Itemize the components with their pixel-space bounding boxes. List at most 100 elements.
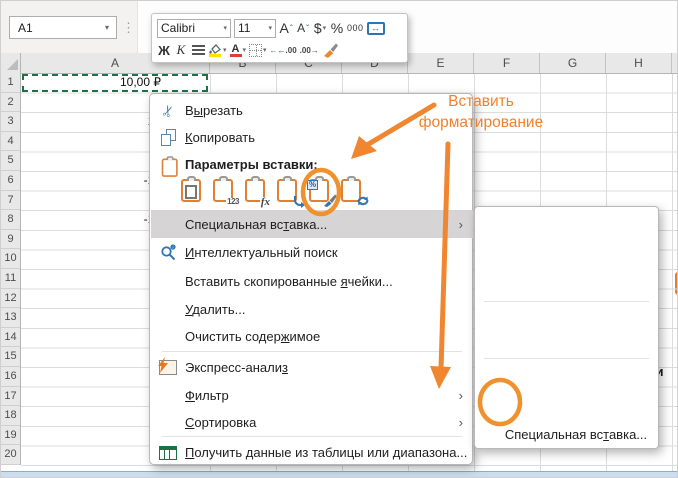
increase-decimal-label: ←.00 bbox=[278, 46, 297, 55]
menu-label-paste-options: Параметры вставки: bbox=[151, 151, 473, 178]
annotation-line1: Вставить bbox=[416, 93, 546, 111]
row-header[interactable]: 15 bbox=[1, 347, 20, 367]
row-header[interactable]: 4 bbox=[1, 132, 20, 152]
italic-button[interactable]: K bbox=[174, 40, 188, 60]
submenu-separator bbox=[484, 358, 649, 359]
caret-down-icon: ▾ bbox=[223, 24, 227, 32]
cell-a8-value[interactable]: -10 bbox=[61, 212, 161, 226]
lines-icon bbox=[192, 45, 205, 55]
menu-item-insert-copied-cells[interactable]: Вставить скопированные ячейки... bbox=[151, 268, 473, 295]
paste-formulas-icon[interactable]: fx bbox=[244, 176, 270, 204]
clipboard-icon bbox=[151, 154, 185, 175]
merge-center-icon: ↔ bbox=[367, 22, 385, 35]
menu-item-quick-analysis[interactable]: Экспресс-анализ bbox=[151, 354, 473, 381]
mini-toolbar: Calibri ▾ 11 ▾ Aˆ Aˇ $▾ % 000 ↔ Ж bbox=[151, 13, 408, 63]
row-header[interactable]: 2 bbox=[1, 93, 20, 113]
context-menu: ✂ Вырезать Копировать Параметры вставки:… bbox=[149, 93, 473, 465]
font-color-icon: A bbox=[230, 44, 242, 57]
row-header[interactable]: 11 bbox=[1, 269, 20, 289]
menu-item-filter[interactable]: Фильтр › bbox=[151, 382, 473, 409]
caret-down-icon: ▾ bbox=[223, 46, 227, 54]
caret-down-icon: ▾ bbox=[243, 46, 247, 54]
fill-color-icon bbox=[208, 43, 222, 57]
format-painter-button[interactable] bbox=[322, 40, 339, 60]
cell-a1-value[interactable]: 10,00 ₽ bbox=[61, 75, 161, 89]
column-header-e[interactable]: E bbox=[408, 53, 474, 73]
column-header-g[interactable]: G bbox=[540, 53, 606, 73]
menu-item-paste-special[interactable]: Специальная вставка... › bbox=[151, 210, 473, 238]
borders-button[interactable]: ▾ bbox=[249, 40, 267, 60]
paste-special-submenu bbox=[474, 206, 659, 449]
caret-down-icon: ▾ bbox=[263, 46, 267, 54]
paste-icon[interactable] bbox=[180, 176, 206, 204]
menu-item-sort[interactable]: Сортировка › bbox=[151, 409, 473, 436]
row-header[interactable]: 18 bbox=[1, 406, 20, 426]
column-header-h[interactable]: H bbox=[606, 53, 672, 73]
row-header[interactable]: 9 bbox=[1, 230, 20, 250]
menu-item-smart-lookup[interactable]: i Интеллектуальный поиск bbox=[151, 239, 473, 266]
menu-separator bbox=[162, 351, 462, 352]
menu-item-label: Вырезать bbox=[185, 103, 243, 118]
drag-handle-dots-icon[interactable]: ⋮ bbox=[122, 15, 134, 41]
font-size-select[interactable]: 11 ▾ bbox=[234, 19, 276, 38]
font-color-button[interactable]: A ▾ bbox=[230, 40, 247, 60]
paste-formatting-icon[interactable]: % bbox=[308, 176, 334, 204]
font-name-value: Calibri bbox=[161, 21, 195, 35]
format-painter-icon bbox=[322, 42, 339, 58]
comma-format-button[interactable]: 000 bbox=[347, 18, 364, 38]
watermark: Mister-Office bbox=[1, 437, 321, 478]
cell-a6-value[interactable]: -10 bbox=[61, 173, 161, 187]
row-header[interactable]: 6 bbox=[1, 171, 20, 191]
row-header[interactable]: 12 bbox=[1, 289, 20, 309]
paste-transpose-icon[interactable] bbox=[276, 176, 302, 204]
font-size-value: 11 bbox=[238, 21, 250, 35]
currency-format-button[interactable]: $▾ bbox=[313, 18, 327, 38]
caret-down-icon: ˇ bbox=[306, 24, 309, 33]
row-header[interactable]: 7 bbox=[1, 191, 20, 211]
font-name-select[interactable]: Calibri ▾ bbox=[157, 19, 231, 38]
menu-item-label: Копировать bbox=[185, 130, 255, 145]
align-lines-button[interactable] bbox=[191, 40, 205, 60]
caret-down-icon: ▾ bbox=[323, 24, 327, 32]
row-header[interactable]: 8 bbox=[1, 210, 20, 230]
row-header[interactable]: 14 bbox=[1, 328, 20, 348]
currency-icon: $ bbox=[314, 20, 322, 36]
column-header-f[interactable]: F bbox=[474, 53, 540, 73]
name-box-value: A1 bbox=[18, 21, 33, 35]
bold-button[interactable]: Ж bbox=[157, 40, 171, 60]
grow-font-icon: A bbox=[279, 20, 288, 36]
row-header[interactable]: 16 bbox=[1, 367, 20, 387]
decrease-decimal-icon: .00→ bbox=[300, 46, 319, 55]
menu-item-delete[interactable]: Удалить... bbox=[151, 296, 473, 323]
row-header-column: 1 2 3 4 5 6 7 8 9 10 11 12 13 14 15 16 1… bbox=[1, 73, 21, 465]
menu-item-label: Параметры вставки: bbox=[185, 157, 318, 172]
increase-decimal-button[interactable]: ←←.00 bbox=[270, 40, 297, 60]
grow-font-button[interactable]: Aˆ bbox=[279, 18, 293, 38]
fill-color-bar bbox=[209, 54, 221, 57]
decrease-decimal-button[interactable]: .00→ bbox=[300, 40, 319, 60]
name-box-caret-icon[interactable]: ▾ bbox=[99, 16, 115, 39]
submenu-separator bbox=[484, 301, 649, 302]
chevron-right-icon: › bbox=[459, 217, 463, 232]
shrink-font-button[interactable]: Aˇ bbox=[296, 18, 310, 38]
smart-lookup-icon: i bbox=[151, 244, 185, 261]
menu-item-clear-contents[interactable]: Очистить содержимое bbox=[151, 323, 473, 350]
row-header[interactable]: 17 bbox=[1, 387, 20, 407]
cell-a3-value[interactable]: 10 bbox=[61, 114, 161, 128]
caret-down-icon: ▾ bbox=[268, 24, 272, 32]
excel-window: A1 ▾ ⋮ A B C D E F G H 1 2 3 4 5 6 7 8 9… bbox=[0, 0, 678, 478]
percent-format-button[interactable]: % bbox=[330, 18, 344, 38]
row-header[interactable]: 10 bbox=[1, 249, 20, 269]
merge-center-button[interactable]: ↔ bbox=[367, 18, 385, 38]
borders-icon bbox=[249, 44, 262, 57]
chevron-right-icon: › bbox=[459, 415, 463, 430]
fill-color-button[interactable]: ▾ bbox=[208, 40, 227, 60]
row-header[interactable]: 3 bbox=[1, 112, 20, 132]
paste-link-icon[interactable] bbox=[340, 176, 366, 204]
row-header[interactable]: 1 bbox=[1, 73, 20, 93]
submenu-item-paste-special[interactable]: Специальная вставка... bbox=[501, 427, 651, 442]
paste-values-icon[interactable]: 123 bbox=[212, 176, 238, 204]
row-header[interactable]: 13 bbox=[1, 308, 20, 328]
menu-item-label: Фильтр bbox=[185, 388, 229, 403]
row-header[interactable]: 5 bbox=[1, 151, 20, 171]
